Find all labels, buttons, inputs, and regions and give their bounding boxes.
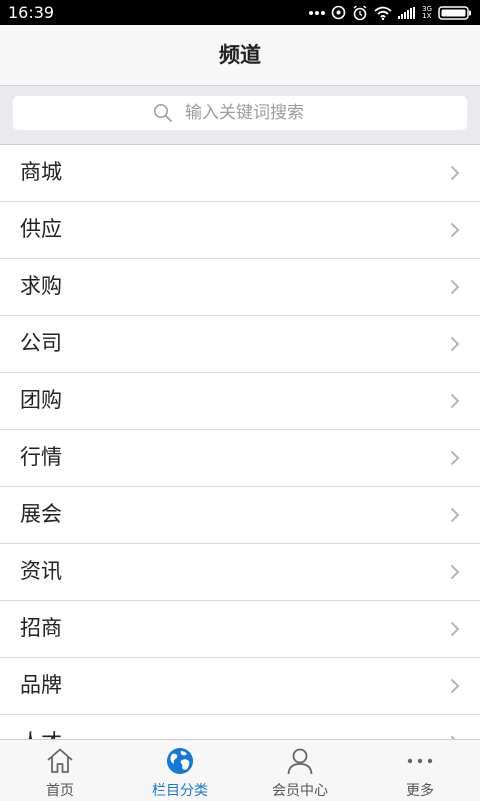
- chevron-right-icon: [450, 336, 460, 352]
- list-item[interactable]: 资讯: [0, 544, 480, 601]
- wifi-icon: [374, 6, 392, 20]
- list-item[interactable]: 展会: [0, 487, 480, 544]
- tab-categories[interactable]: 栏目分类: [120, 740, 240, 801]
- search-box[interactable]: [13, 96, 467, 130]
- user-icon: [287, 748, 313, 775]
- list-item[interactable]: 供应: [0, 202, 480, 259]
- chevron-right-icon: [450, 564, 460, 580]
- tab-home[interactable]: 首页: [0, 740, 120, 801]
- chevron-right-icon: [450, 222, 460, 238]
- channel-list: 商城 供应 求购 公司 团购 行情 展会 资讯 招商 品牌 人才: [0, 145, 480, 739]
- list-item[interactable]: 公司: [0, 316, 480, 373]
- list-item[interactable]: 商城: [0, 145, 480, 202]
- tab-label: 会员中心: [272, 783, 328, 799]
- globe-icon: [167, 748, 193, 774]
- list-item-label: 公司: [20, 331, 62, 355]
- list-item[interactable]: 行情: [0, 430, 480, 487]
- signal-icon: [398, 6, 416, 19]
- list-item-label: 招商: [20, 616, 62, 640]
- network-type: 3G 1X: [422, 5, 432, 20]
- chevron-right-icon: [450, 678, 460, 694]
- search-icon: [154, 104, 172, 122]
- home-icon: [47, 748, 73, 773]
- status-icons: 3G 1X: [309, 4, 472, 21]
- more-dots-icon: [309, 10, 326, 15]
- search-bar: [0, 86, 480, 145]
- list-item-label: 行情: [20, 445, 62, 469]
- list-item-label: 团购: [20, 388, 62, 412]
- list-item[interactable]: 团购: [0, 373, 480, 430]
- list-item-label: 商城: [20, 160, 62, 184]
- chevron-right-icon: [450, 621, 460, 637]
- list-item[interactable]: 求购: [0, 259, 480, 316]
- status-bar: 16:39 3G 1X: [0, 0, 480, 25]
- list-item-label: 资讯: [20, 559, 62, 583]
- list-item[interactable]: 人才: [0, 715, 480, 739]
- chevron-right-icon: [450, 165, 460, 181]
- sync-icon: [331, 5, 346, 20]
- battery-icon: [438, 5, 471, 20]
- list-item-label: 展会: [20, 502, 62, 526]
- search-input[interactable]: [183, 102, 327, 124]
- tab-label: 更多: [406, 783, 434, 799]
- list-item-label: 求购: [20, 274, 62, 298]
- list-item[interactable]: 招商: [0, 601, 480, 658]
- list-item-label: 人才: [20, 715, 62, 739]
- tab-more[interactable]: 更多: [360, 740, 480, 801]
- tab-bar: 首页 栏目分类 会员中心 更多: [0, 739, 480, 801]
- tab-label: 栏目分类: [152, 783, 208, 799]
- page-title: 频道: [219, 43, 261, 67]
- chevron-right-icon: [450, 279, 460, 295]
- tab-member-center[interactable]: 会员中心: [240, 740, 360, 801]
- alarm-icon: [353, 4, 367, 20]
- more-icon: [407, 758, 433, 764]
- tab-label: 首页: [46, 783, 74, 799]
- list-item-label: 供应: [20, 217, 62, 241]
- clock: 16:39: [8, 3, 55, 22]
- chevron-right-icon: [450, 450, 460, 466]
- nav-bar: 频道: [0, 25, 480, 86]
- chevron-right-icon: [450, 393, 460, 409]
- list-item[interactable]: 品牌: [0, 658, 480, 715]
- network-sub: 1X: [422, 11, 432, 20]
- list-item-label: 品牌: [20, 673, 62, 697]
- chevron-right-icon: [450, 507, 460, 523]
